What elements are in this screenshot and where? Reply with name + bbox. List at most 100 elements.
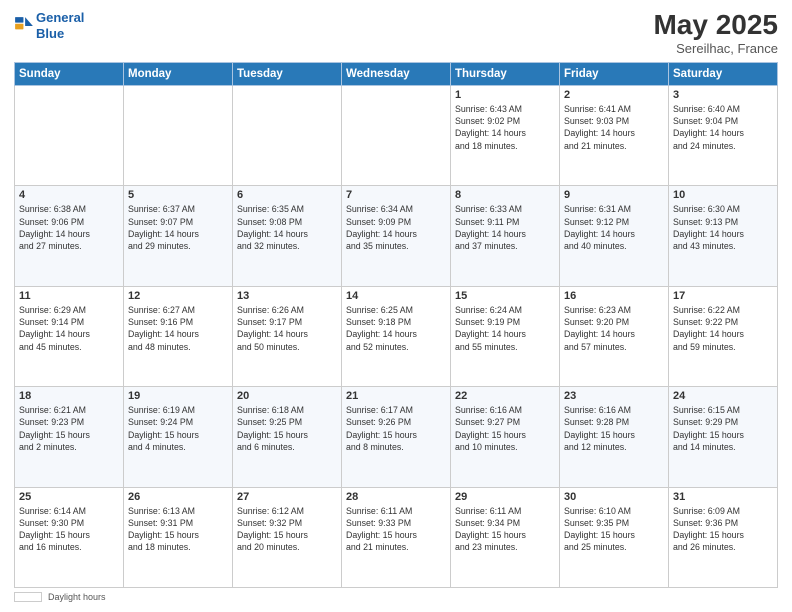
day-number: 31 (673, 491, 773, 503)
header: General Blue May 2025 Sereilhac, France (14, 10, 778, 56)
day-number: 26 (128, 491, 228, 503)
calendar-cell: 21 Sunrise: 6:17 AM Sunset: 9:26 PM Dayli… (342, 387, 451, 487)
calendar-cell: 7 Sunrise: 6:34 AM Sunset: 9:09 PM Daylig… (342, 186, 451, 286)
column-header-saturday: Saturday (669, 62, 778, 85)
day-info: Sunrise: 6:30 AM Sunset: 9:13 PM Dayligh… (673, 203, 773, 252)
day-info: Sunrise: 6:24 AM Sunset: 9:19 PM Dayligh… (455, 304, 555, 353)
day-info: Sunrise: 6:17 AM Sunset: 9:26 PM Dayligh… (346, 404, 446, 453)
calendar-cell (233, 85, 342, 185)
day-number: 27 (237, 491, 337, 503)
day-number: 6 (237, 189, 337, 201)
calendar-cell: 10 Sunrise: 6:30 AM Sunset: 9:13 PM Dayli… (669, 186, 778, 286)
month-title: May 2025 (653, 10, 778, 41)
calendar-cell: 28Sunrise: 6:11 AM Sunset: 9:33 PM Dayli… (342, 487, 451, 587)
day-number: 8 (455, 189, 555, 201)
day-number: 30 (564, 491, 664, 503)
title-block: May 2025 Sereilhac, France (653, 10, 778, 56)
day-info: Sunrise: 6:41 AM Sunset: 9:03 PM Dayligh… (564, 103, 664, 152)
day-info: Sunrise: 6:26 AM Sunset: 9:17 PM Dayligh… (237, 304, 337, 353)
calendar-row-3: 11Sunrise: 6:29 AM Sunset: 9:14 PM Dayli… (15, 286, 778, 386)
day-info: Sunrise: 6:43 AM Sunset: 9:02 PM Dayligh… (455, 103, 555, 152)
day-number: 5 (128, 189, 228, 201)
calendar-page: General Blue May 2025 Sereilhac, France … (0, 0, 792, 612)
day-number: 21 (346, 390, 446, 402)
column-header-monday: Monday (124, 62, 233, 85)
day-info: Sunrise: 6:16 AM Sunset: 9:28 PM Dayligh… (564, 404, 664, 453)
daylight-box (14, 592, 42, 602)
day-number: 20 (237, 390, 337, 402)
logo: General Blue (14, 10, 84, 41)
column-header-wednesday: Wednesday (342, 62, 451, 85)
day-info: Sunrise: 6:23 AM Sunset: 9:20 PM Dayligh… (564, 304, 664, 353)
day-info: Sunrise: 6:27 AM Sunset: 9:16 PM Dayligh… (128, 304, 228, 353)
calendar-row-2: 4Sunrise: 6:38 AM Sunset: 9:06 PM Daylig… (15, 186, 778, 286)
location-subtitle: Sereilhac, France (653, 41, 778, 56)
day-info: Sunrise: 6:11 AM Sunset: 9:34 PM Dayligh… (455, 505, 555, 554)
day-number: 13 (237, 290, 337, 302)
calendar-cell: 1 Sunrise: 6:43 AM Sunset: 9:02 PM Daylig… (451, 85, 560, 185)
day-info: Sunrise: 6:22 AM Sunset: 9:22 PM Dayligh… (673, 304, 773, 353)
day-info: Sunrise: 6:21 AM Sunset: 9:23 PM Dayligh… (19, 404, 119, 453)
column-header-tuesday: Tuesday (233, 62, 342, 85)
calendar-cell: 17 Sunrise: 6:22 AM Sunset: 9:22 PM Dayli… (669, 286, 778, 386)
calendar-cell: 4Sunrise: 6:38 AM Sunset: 9:06 PM Daylig… (15, 186, 124, 286)
day-number: 28 (346, 491, 446, 503)
day-number: 10 (673, 189, 773, 201)
day-number: 15 (455, 290, 555, 302)
calendar-cell: 6Sunrise: 6:35 AM Sunset: 9:08 PM Daylig… (233, 186, 342, 286)
day-number: 19 (128, 390, 228, 402)
calendar-cell: 22Sunrise: 6:16 AM Sunset: 9:27 PM Dayli… (451, 387, 560, 487)
calendar-cell: 18 Sunrise: 6:21 AM Sunset: 9:23 PM Dayli… (15, 387, 124, 487)
day-info: Sunrise: 6:19 AM Sunset: 9:24 PM Dayligh… (128, 404, 228, 453)
day-number: 16 (564, 290, 664, 302)
calendar-row-4: 18 Sunrise: 6:21 AM Sunset: 9:23 PM Dayli… (15, 387, 778, 487)
day-number: 4 (19, 189, 119, 201)
calendar-cell: 3Sunrise: 6:40 AM Sunset: 9:04 PM Daylig… (669, 85, 778, 185)
day-info: Sunrise: 6:18 AM Sunset: 9:25 PM Dayligh… (237, 404, 337, 453)
calendar-cell: 24Sunrise: 6:15 AM Sunset: 9:29 PM Dayli… (669, 387, 778, 487)
daylight-label: Daylight hours (48, 592, 106, 602)
calendar-cell: 20 Sunrise: 6:18 AM Sunset: 9:25 PM Dayli… (233, 387, 342, 487)
day-number: 18 (19, 390, 119, 402)
column-header-thursday: Thursday (451, 62, 560, 85)
calendar-row-1: 1 Sunrise: 6:43 AM Sunset: 9:02 PM Daylig… (15, 85, 778, 185)
calendar-cell: 14Sunrise: 6:25 AM Sunset: 9:18 PM Dayli… (342, 286, 451, 386)
day-info: Sunrise: 6:13 AM Sunset: 9:31 PM Dayligh… (128, 505, 228, 554)
day-info: Sunrise: 6:34 AM Sunset: 9:09 PM Dayligh… (346, 203, 446, 252)
day-number: 7 (346, 189, 446, 201)
day-info: Sunrise: 6:31 AM Sunset: 9:12 PM Dayligh… (564, 203, 664, 252)
day-number: 2 (564, 89, 664, 101)
day-info: Sunrise: 6:10 AM Sunset: 9:35 PM Dayligh… (564, 505, 664, 554)
day-info: Sunrise: 6:33 AM Sunset: 9:11 PM Dayligh… (455, 203, 555, 252)
calendar-cell: 11Sunrise: 6:29 AM Sunset: 9:14 PM Dayli… (15, 286, 124, 386)
calendar-cell (124, 85, 233, 185)
calendar-header-row: SundayMondayTuesdayWednesdayThursdayFrid… (15, 62, 778, 85)
day-number: 3 (673, 89, 773, 101)
logo-text: General Blue (36, 10, 84, 41)
column-header-sunday: Sunday (15, 62, 124, 85)
day-number: 25 (19, 491, 119, 503)
calendar-cell: 29 Sunrise: 6:11 AM Sunset: 9:34 PM Dayli… (451, 487, 560, 587)
calendar-cell: 12Sunrise: 6:27 AM Sunset: 9:16 PM Dayli… (124, 286, 233, 386)
day-number: 17 (673, 290, 773, 302)
calendar-cell: 8 Sunrise: 6:33 AM Sunset: 9:11 PM Daylig… (451, 186, 560, 286)
day-info: Sunrise: 6:14 AM Sunset: 9:30 PM Dayligh… (19, 505, 119, 554)
footer-note: Daylight hours (14, 592, 778, 602)
calendar-cell: 2 Sunrise: 6:41 AM Sunset: 9:03 PM Daylig… (560, 85, 669, 185)
column-header-friday: Friday (560, 62, 669, 85)
day-info: Sunrise: 6:09 AM Sunset: 9:36 PM Dayligh… (673, 505, 773, 554)
calendar-cell: 15 Sunrise: 6:24 AM Sunset: 9:19 PM Dayli… (451, 286, 560, 386)
day-number: 11 (19, 290, 119, 302)
logo-icon (14, 16, 34, 36)
calendar-cell: 26 Sunrise: 6:13 AM Sunset: 9:31 PM Dayli… (124, 487, 233, 587)
calendar-cell: 13 Sunrise: 6:26 AM Sunset: 9:17 PM Dayli… (233, 286, 342, 386)
day-number: 29 (455, 491, 555, 503)
calendar-row-5: 25 Sunrise: 6:14 AM Sunset: 9:30 PM Dayli… (15, 487, 778, 587)
calendar-cell (15, 85, 124, 185)
calendar-cell: 19 Sunrise: 6:19 AM Sunset: 9:24 PM Dayli… (124, 387, 233, 487)
day-number: 1 (455, 89, 555, 101)
day-number: 9 (564, 189, 664, 201)
calendar-cell: 16 Sunrise: 6:23 AM Sunset: 9:20 PM Dayli… (560, 286, 669, 386)
calendar-table: SundayMondayTuesdayWednesdayThursdayFrid… (14, 62, 778, 588)
day-number: 24 (673, 390, 773, 402)
